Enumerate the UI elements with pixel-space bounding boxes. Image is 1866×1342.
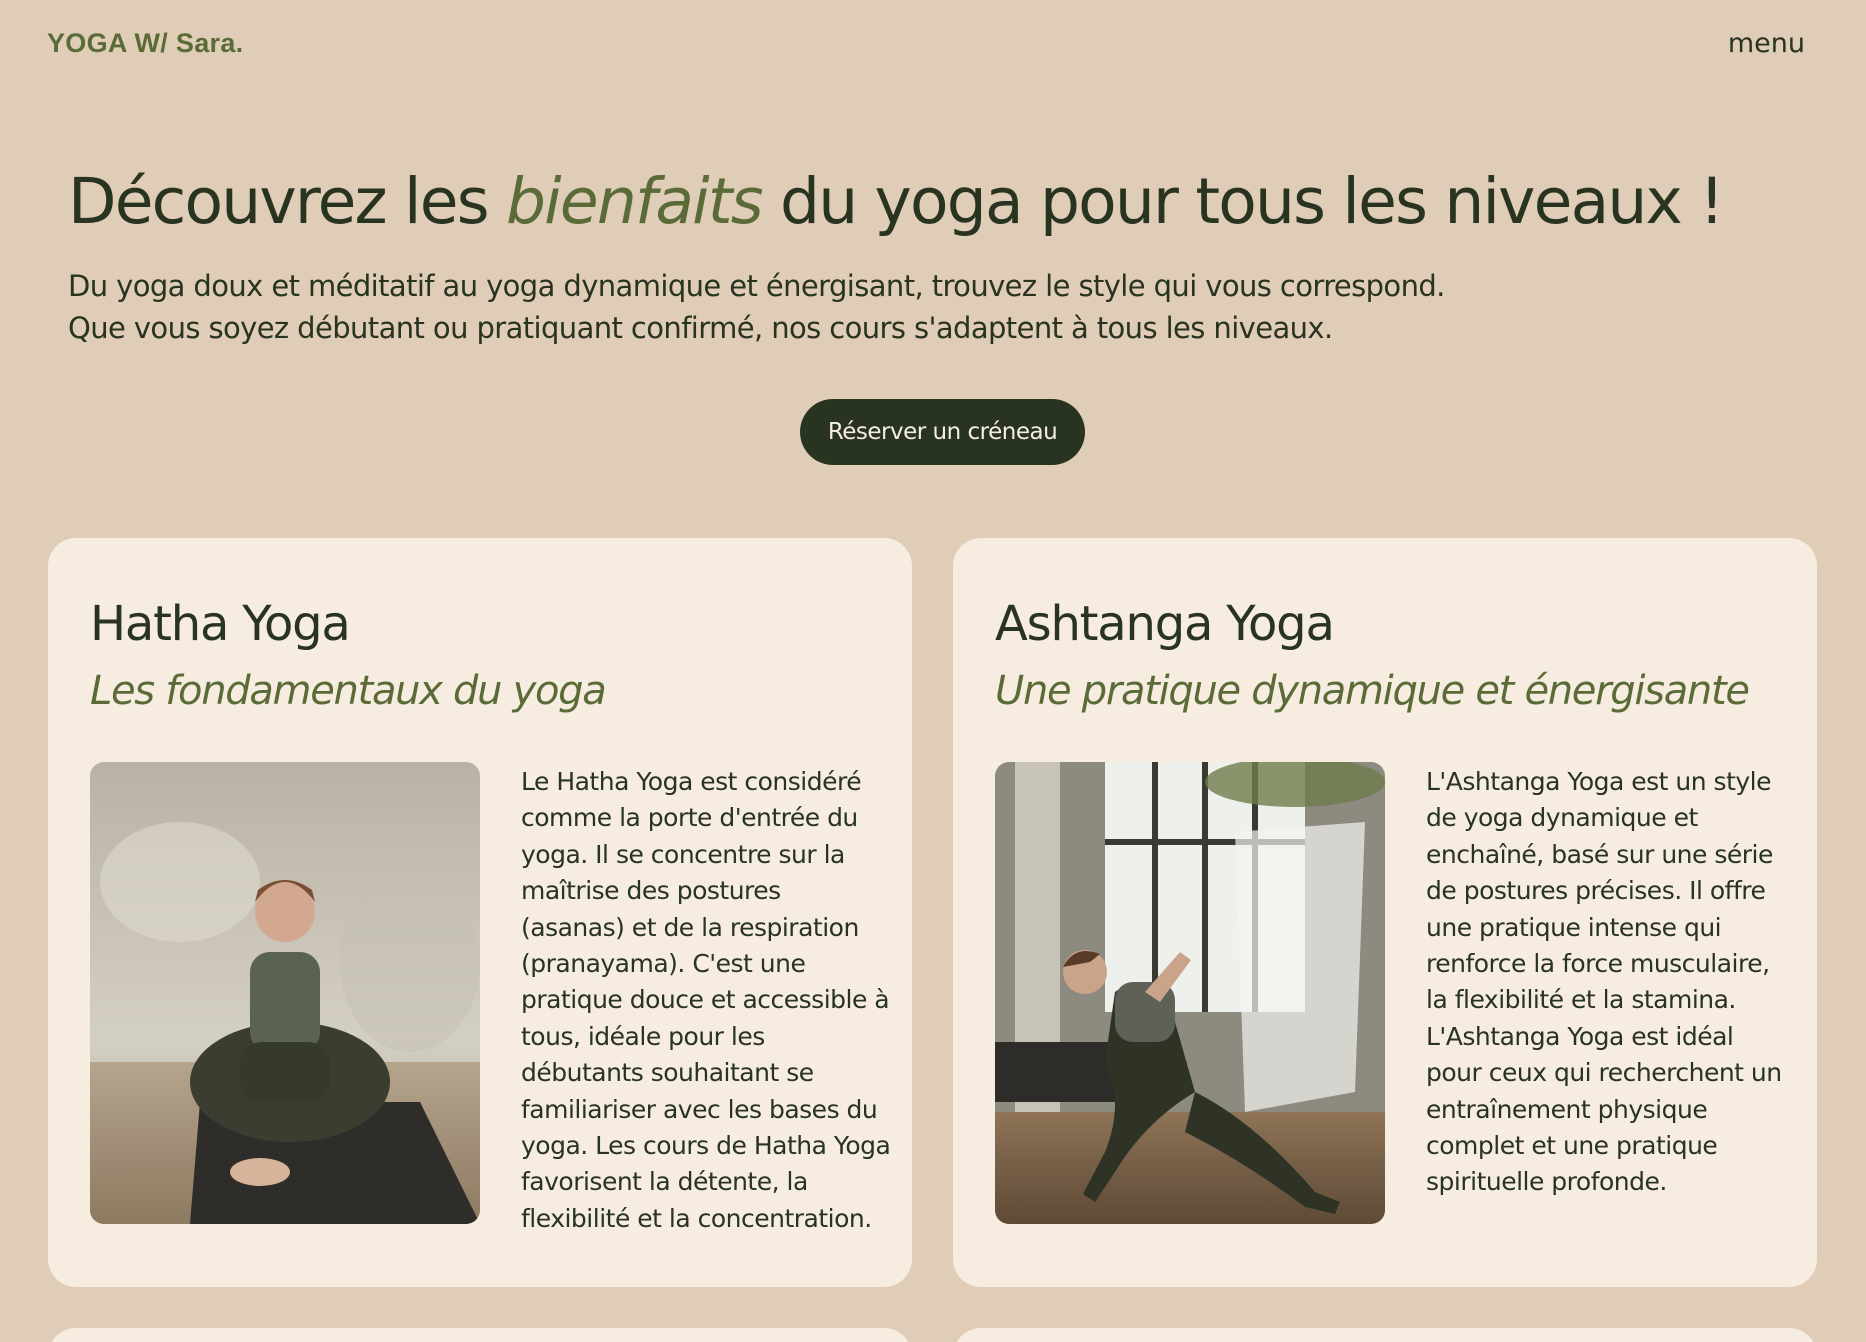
hero-subtitle: Du yoga doux et méditatif au yoga dynami… [68, 265, 1445, 349]
card-hatha-yoga: Hatha Yoga Les fondamentaux du yoga Le H… [48, 538, 912, 1287]
card-title: Ashtanga Yoga [995, 596, 1335, 652]
next-card-peek-left [48, 1328, 912, 1342]
site-logo[interactable]: YOGA W/ Sara. [47, 28, 243, 59]
hero-subtitle-line-1: Du yoga doux et méditatif au yoga dynami… [68, 269, 1445, 303]
card-tagline: Les fondamentaux du yoga [90, 668, 607, 714]
top-nav: YOGA W/ Sara. menu [0, 0, 1866, 90]
menu-button[interactable]: menu [1728, 28, 1805, 59]
hero-title-end: du yoga pour tous les niveaux ! [780, 165, 1725, 238]
next-card-peek-right [953, 1328, 1817, 1342]
hero-title-start: Découvrez les [68, 165, 490, 238]
ashtanga-yoga-photo [995, 762, 1385, 1224]
hatha-yoga-photo [90, 762, 480, 1224]
hero-subtitle-line-2: Que vous soyez débutant ou pratiquant co… [68, 311, 1333, 345]
hero-title-emphasis: bienfaits [505, 165, 764, 238]
card-ashtanga-yoga: Ashtanga Yoga Une pratique dynamique et … [953, 538, 1817, 1287]
card-description: L'Ashtanga Yoga est un style de yoga dyn… [1426, 767, 1782, 1197]
card-description: Le Hatha Yoga est considéré comme la por… [521, 767, 891, 1233]
book-slot-button[interactable]: Réserver un créneau [800, 399, 1085, 465]
hero-title: Découvrez les bienfaits du yoga pour tou… [68, 162, 1725, 242]
card-tagline: Une pratique dynamique et énergisante [995, 668, 1750, 714]
card-title: Hatha Yoga [90, 596, 351, 652]
